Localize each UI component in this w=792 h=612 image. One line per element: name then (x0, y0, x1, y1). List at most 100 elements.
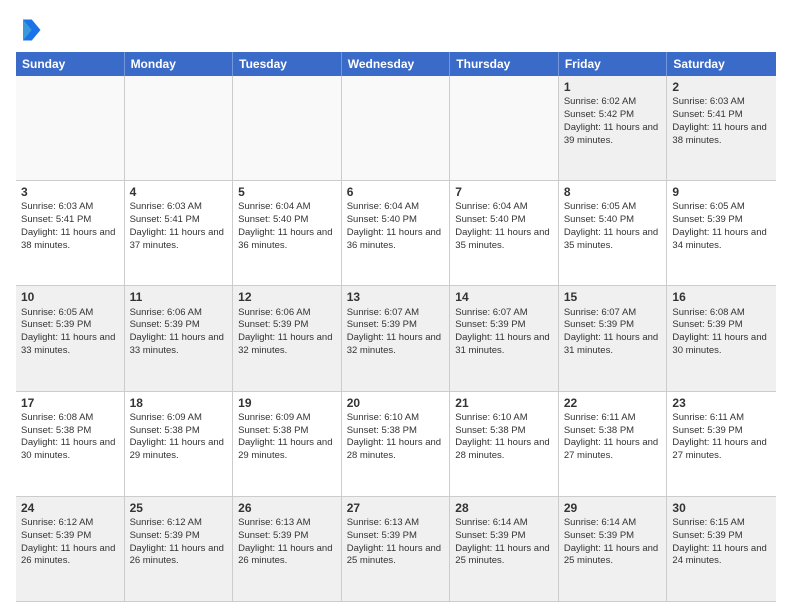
day-number: 13 (347, 289, 445, 305)
day-number: 10 (21, 289, 119, 305)
day-info: Sunrise: 6:04 AM Sunset: 5:40 PM Dayligh… (455, 201, 549, 250)
calendar-header: SundayMondayTuesdayWednesdayThursdayFrid… (16, 52, 776, 76)
weekday-header: Thursday (450, 52, 559, 76)
calendar-day: 11 Sunrise: 6:06 AM Sunset: 5:39 PM Dayli… (125, 286, 234, 391)
day-info: Sunrise: 6:09 AM Sunset: 5:38 PM Dayligh… (130, 412, 224, 461)
calendar-day: 22Sunrise: 6:11 AM Sunset: 5:38 PM Dayli… (559, 392, 668, 497)
day-number: 5 (238, 184, 336, 200)
weekday-header: Tuesday (233, 52, 342, 76)
day-number: 7 (455, 184, 553, 200)
page: SundayMondayTuesdayWednesdayThursdayFrid… (0, 0, 792, 612)
calendar-day: 4Sunrise: 6:03 AM Sunset: 5:41 PM Daylig… (125, 181, 234, 286)
day-number: 26 (238, 500, 336, 516)
calendar-day: 26Sunrise: 6:13 AM Sunset: 5:39 PM Dayli… (233, 497, 342, 602)
day-info: Sunrise: 6:10 AM Sunset: 5:38 PM Dayligh… (455, 412, 549, 461)
empty-cell (450, 76, 559, 181)
calendar-day: 14 Sunrise: 6:07 AM Sunset: 5:39 PM Dayli… (450, 286, 559, 391)
day-number: 30 (672, 500, 771, 516)
day-info: Sunrise: 6:03 AM Sunset: 5:41 PM Dayligh… (672, 96, 766, 145)
weekday-header: Monday (125, 52, 234, 76)
day-info: Sunrise: 6:05 AM Sunset: 5:40 PM Dayligh… (564, 201, 658, 250)
day-info: Sunrise: 6:14 AM Sunset: 5:39 PM Dayligh… (564, 517, 658, 566)
day-info: Sunrise: 6:06 AM Sunset: 5:39 PM Dayligh… (238, 307, 332, 356)
calendar-day: 29Sunrise: 6:14 AM Sunset: 5:39 PM Dayli… (559, 497, 668, 602)
day-info: Sunrise: 6:05 AM Sunset: 5:39 PM Dayligh… (672, 201, 766, 250)
day-number: 14 (455, 289, 553, 305)
weekday-header: Wednesday (342, 52, 451, 76)
day-number: 20 (347, 395, 445, 411)
day-number: 21 (455, 395, 553, 411)
day-info: Sunrise: 6:11 AM Sunset: 5:39 PM Dayligh… (672, 412, 766, 461)
day-info: Sunrise: 6:05 AM Sunset: 5:39 PM Dayligh… (21, 307, 115, 356)
empty-cell (16, 76, 125, 181)
day-info: Sunrise: 6:08 AM Sunset: 5:38 PM Dayligh… (21, 412, 115, 461)
day-number: 2 (672, 79, 771, 95)
day-number: 6 (347, 184, 445, 200)
logo-icon (16, 16, 44, 44)
day-info: Sunrise: 6:15 AM Sunset: 5:39 PM Dayligh… (672, 517, 766, 566)
weekday-header: Friday (559, 52, 668, 76)
day-info: Sunrise: 6:04 AM Sunset: 5:40 PM Dayligh… (347, 201, 441, 250)
calendar-day: 25Sunrise: 6:12 AM Sunset: 5:39 PM Dayli… (125, 497, 234, 602)
day-number: 25 (130, 500, 228, 516)
calendar-day: 5Sunrise: 6:04 AM Sunset: 5:40 PM Daylig… (233, 181, 342, 286)
calendar-day: 12 Sunrise: 6:06 AM Sunset: 5:39 PM Dayli… (233, 286, 342, 391)
calendar-day: 13 Sunrise: 6:07 AM Sunset: 5:39 PM Dayli… (342, 286, 451, 391)
day-info: Sunrise: 6:06 AM Sunset: 5:39 PM Dayligh… (130, 307, 224, 356)
calendar-day: 24Sunrise: 6:12 AM Sunset: 5:39 PM Dayli… (16, 497, 125, 602)
day-number: 1 (564, 79, 662, 95)
calendar-day: 23Sunrise: 6:11 AM Sunset: 5:39 PM Dayli… (667, 392, 776, 497)
calendar-day: 19Sunrise: 6:09 AM Sunset: 5:38 PM Dayli… (233, 392, 342, 497)
day-number: 22 (564, 395, 662, 411)
calendar-day: 16Sunrise: 6:08 AM Sunset: 5:39 PM Dayli… (667, 286, 776, 391)
calendar-day: 15 Sunrise: 6:07 AM Sunset: 5:39 PM Dayli… (559, 286, 668, 391)
day-info: Sunrise: 6:07 AM Sunset: 5:39 PM Dayligh… (455, 307, 549, 356)
day-info: Sunrise: 6:10 AM Sunset: 5:38 PM Dayligh… (347, 412, 441, 461)
day-number: 11 (130, 289, 228, 305)
day-info: Sunrise: 6:07 AM Sunset: 5:39 PM Dayligh… (564, 307, 658, 356)
day-number: 24 (21, 500, 119, 516)
day-info: Sunrise: 6:07 AM Sunset: 5:39 PM Dayligh… (347, 307, 441, 356)
day-number: 17 (21, 395, 119, 411)
day-info: Sunrise: 6:03 AM Sunset: 5:41 PM Dayligh… (21, 201, 115, 250)
calendar-day: 27Sunrise: 6:13 AM Sunset: 5:39 PM Dayli… (342, 497, 451, 602)
header (16, 16, 776, 44)
calendar: SundayMondayTuesdayWednesdayThursdayFrid… (16, 52, 776, 602)
calendar-day: 28Sunrise: 6:14 AM Sunset: 5:39 PM Dayli… (450, 497, 559, 602)
calendar-day: 8Sunrise: 6:05 AM Sunset: 5:40 PM Daylig… (559, 181, 668, 286)
empty-cell (342, 76, 451, 181)
empty-cell (233, 76, 342, 181)
day-info: Sunrise: 6:14 AM Sunset: 5:39 PM Dayligh… (455, 517, 549, 566)
calendar-day: 10 Sunrise: 6:05 AM Sunset: 5:39 PM Dayli… (16, 286, 125, 391)
day-info: Sunrise: 6:13 AM Sunset: 5:39 PM Dayligh… (238, 517, 332, 566)
weekday-header: Saturday (667, 52, 776, 76)
calendar-day: 1Sunrise: 6:02 AM Sunset: 5:42 PM Daylig… (559, 76, 668, 181)
day-number: 19 (238, 395, 336, 411)
calendar-day: 17Sunrise: 6:08 AM Sunset: 5:38 PM Dayli… (16, 392, 125, 497)
calendar-body: 1Sunrise: 6:02 AM Sunset: 5:42 PM Daylig… (16, 76, 776, 602)
weekday-header: Sunday (16, 52, 125, 76)
calendar-day: 20Sunrise: 6:10 AM Sunset: 5:38 PM Dayli… (342, 392, 451, 497)
day-number: 29 (564, 500, 662, 516)
calendar-day: 30Sunrise: 6:15 AM Sunset: 5:39 PM Dayli… (667, 497, 776, 602)
day-number: 8 (564, 184, 662, 200)
calendar-day: 3Sunrise: 6:03 AM Sunset: 5:41 PM Daylig… (16, 181, 125, 286)
calendar-day: 6Sunrise: 6:04 AM Sunset: 5:40 PM Daylig… (342, 181, 451, 286)
day-info: Sunrise: 6:12 AM Sunset: 5:39 PM Dayligh… (130, 517, 224, 566)
calendar-day: 18Sunrise: 6:09 AM Sunset: 5:38 PM Dayli… (125, 392, 234, 497)
calendar-day: 21Sunrise: 6:10 AM Sunset: 5:38 PM Dayli… (450, 392, 559, 497)
day-info: Sunrise: 6:02 AM Sunset: 5:42 PM Dayligh… (564, 96, 658, 145)
day-info: Sunrise: 6:13 AM Sunset: 5:39 PM Dayligh… (347, 517, 441, 566)
day-info: Sunrise: 6:03 AM Sunset: 5:41 PM Dayligh… (130, 201, 224, 250)
empty-cell (125, 76, 234, 181)
day-info: Sunrise: 6:04 AM Sunset: 5:40 PM Dayligh… (238, 201, 332, 250)
calendar-day: 9Sunrise: 6:05 AM Sunset: 5:39 PM Daylig… (667, 181, 776, 286)
day-info: Sunrise: 6:08 AM Sunset: 5:39 PM Dayligh… (672, 307, 766, 356)
day-number: 4 (130, 184, 228, 200)
day-number: 15 (564, 289, 662, 305)
day-number: 3 (21, 184, 119, 200)
day-number: 12 (238, 289, 336, 305)
day-number: 27 (347, 500, 445, 516)
day-number: 28 (455, 500, 553, 516)
day-number: 23 (672, 395, 771, 411)
